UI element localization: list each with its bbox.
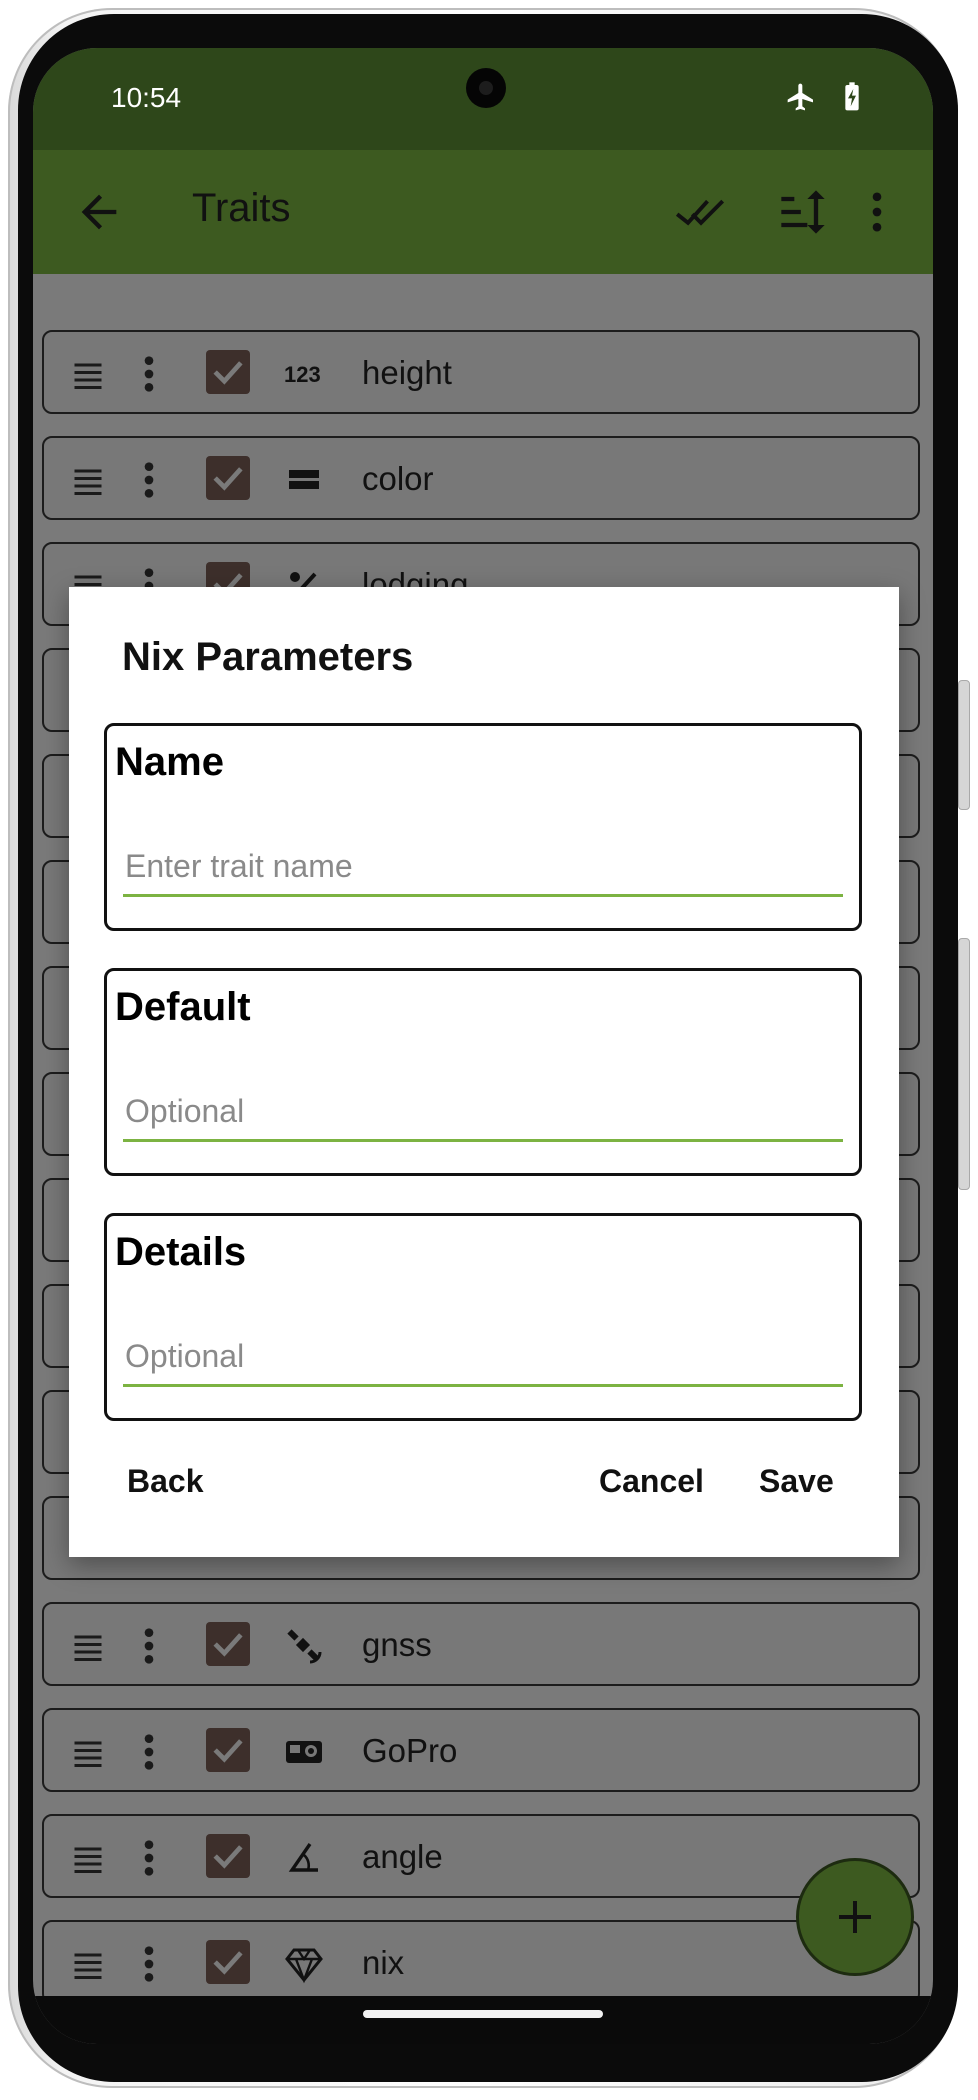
trait-visible-checkbox[interactable] (206, 456, 250, 500)
more-vert-icon[interactable] (139, 1626, 159, 1666)
battery-charging-icon (845, 82, 859, 111)
trait-row[interactable]: gnss (42, 1602, 920, 1686)
sort-icon[interactable] (777, 186, 829, 238)
more-vert-icon[interactable] (851, 186, 903, 238)
categorical-icon (289, 470, 319, 489)
screen: 10:54 Traits 123 height color lodging gn… (33, 48, 933, 2044)
trait-row[interactable]: nix (42, 1920, 920, 2004)
trait-visible-checkbox[interactable] (206, 350, 250, 394)
dialog-title: Nix Parameters (122, 635, 414, 679)
airplane-mode-icon (787, 83, 813, 111)
svg-text:123: 123 (284, 362, 321, 387)
check-icon (213, 361, 243, 385)
check-all-icon[interactable] (675, 186, 727, 238)
trait-row[interactable]: GoPro (42, 1708, 920, 1792)
more-vert-icon[interactable] (139, 460, 159, 500)
angle-icon (288, 1843, 318, 1872)
home-gesture-bar[interactable] (363, 2010, 603, 2018)
drag-handle-icon[interactable] (70, 1840, 106, 1876)
check-icon (213, 1739, 243, 1763)
trait-label: angle (362, 1838, 443, 1875)
nix-parameters-dialog: Nix Parameters Name Default Details Back… (69, 587, 899, 1557)
add-trait-button[interactable] (796, 1858, 914, 1976)
volume-button (958, 938, 970, 1190)
default-field-card: Default (104, 968, 862, 1176)
drag-handle-icon[interactable] (70, 356, 106, 392)
check-icon (213, 467, 243, 491)
drag-handle-icon[interactable] (70, 1628, 106, 1664)
back-button[interactable]: Back (127, 1463, 204, 1500)
trait-visible-checkbox[interactable] (206, 1834, 250, 1878)
navigation-bar (33, 1996, 933, 2044)
front-camera (466, 68, 506, 108)
default-input[interactable] (123, 1083, 843, 1142)
numeric-icon: 123 (284, 362, 321, 387)
trait-label: gnss (362, 1626, 432, 1663)
trait-label: height (362, 354, 452, 391)
more-vert-icon[interactable] (139, 354, 159, 394)
trait-label: nix (362, 1944, 405, 1981)
save-button[interactable]: Save (759, 1463, 834, 1500)
details-field-card: Details (104, 1213, 862, 1421)
drag-handle-icon[interactable] (70, 1946, 106, 1982)
name-field-label: Name (115, 740, 224, 784)
status-bar: 10:54 (33, 48, 933, 150)
drag-handle-icon[interactable] (70, 462, 106, 498)
details-input[interactable] (123, 1328, 843, 1387)
trait-visible-checkbox[interactable] (206, 1728, 250, 1772)
name-input[interactable] (123, 838, 843, 897)
name-field-card: Name (104, 723, 862, 931)
trait-visible-checkbox[interactable] (206, 1622, 250, 1666)
trait-label: color (362, 460, 434, 497)
trait-row[interactable]: angle (42, 1814, 920, 1898)
trait-row[interactable]: 123 height (42, 330, 920, 414)
plus-icon (839, 1901, 871, 1933)
more-vert-icon[interactable] (139, 1944, 159, 1984)
satellite-icon (287, 1629, 322, 1664)
check-icon (213, 1845, 243, 1869)
drag-handle-icon[interactable] (70, 1734, 106, 1770)
default-field-label: Default (115, 985, 251, 1029)
back-arrow-icon[interactable] (73, 186, 125, 238)
status-time: 10:54 (111, 82, 182, 113)
page-title: Traits (192, 186, 291, 230)
more-vert-icon[interactable] (139, 1732, 159, 1772)
cancel-button[interactable]: Cancel (599, 1463, 704, 1500)
check-icon (213, 1633, 243, 1657)
details-field-label: Details (115, 1230, 247, 1274)
gem-icon (285, 1948, 323, 1984)
trait-label: GoPro (362, 1732, 458, 1769)
status-icons (785, 81, 863, 113)
app-toolbar: Traits (33, 150, 933, 274)
trait-visible-checkbox[interactable] (206, 1940, 250, 1984)
more-vert-icon[interactable] (139, 1838, 159, 1878)
power-button (958, 680, 970, 810)
trait-row[interactable]: color (42, 436, 920, 520)
check-icon (213, 1951, 243, 1975)
camera-icon (286, 1741, 322, 1763)
